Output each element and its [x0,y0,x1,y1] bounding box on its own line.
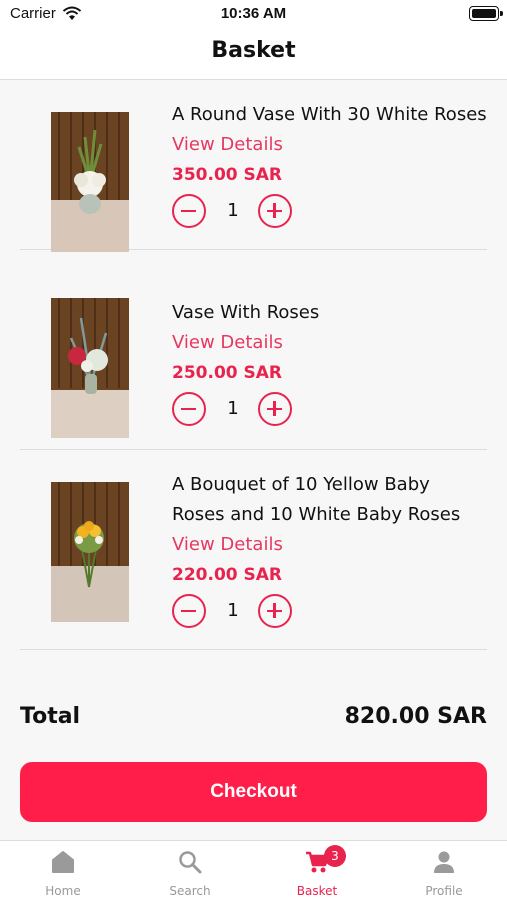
quantity-stepper: 1 [172,194,487,234]
quantity-value: 1 [227,200,239,221]
product-price: 350.00 SAR [172,165,283,185]
decrease-quantity-button[interactable] [172,594,206,628]
minus-icon [181,407,196,410]
view-details-link[interactable]: View Details [172,328,487,358]
product-image[interactable] [51,482,129,622]
tab-label: Home [45,884,81,898]
increase-quantity-button[interactable] [258,194,292,228]
tab-label: Basket [296,884,338,898]
product-price: 220.00 SAR [172,565,283,585]
quantity-value: 1 [227,600,239,621]
tab-search[interactable]: Search [127,841,253,900]
quantity-stepper: 1 [172,594,487,634]
product-name: A Bouquet of 10 Yellow Baby Roses and 10… [172,474,461,525]
product-name: Vase With Roses [172,302,320,323]
increase-quantity-button[interactable] [258,392,292,426]
quantity-stepper: 1 [172,392,487,432]
status-bar: Carrier 10:36 AM [0,0,507,30]
view-details-link[interactable]: View Details [172,130,487,160]
battery-icon [469,6,503,21]
quantity-value: 1 [227,398,239,419]
tab-home[interactable]: Home [0,841,126,900]
tab-bar: Home Search 3 Basket Profile [0,840,507,900]
home-icon [52,851,74,873]
product-name: A Round Vase With 30 White Roses [172,104,487,125]
tab-basket[interactable]: 3 Basket [254,841,380,900]
person-icon [434,851,454,873]
navigation-bar: Basket [0,30,507,80]
total-label: Total [20,704,81,729]
basket-item: Vase With Roses View Details 250.00 SAR … [20,280,487,450]
product-price: 250.00 SAR [172,363,283,383]
basket-item: A Round Vase With 30 White Roses View De… [20,80,487,252]
basket-item: A Bouquet of 10 Yellow Baby Roses and 10… [20,450,487,650]
product-image[interactable] [51,112,129,252]
checkout-button[interactable]: Checkout [20,762,487,822]
minus-icon [181,609,196,612]
product-image[interactable] [51,298,129,438]
clock: 10:36 AM [220,5,287,22]
search-icon [179,851,202,874]
tab-label: Profile [425,884,463,898]
increase-quantity-button[interactable] [258,594,292,628]
total-value: 820.00 SAR [344,704,487,729]
cart-count-badge: 3 [324,845,346,867]
view-details-link[interactable]: View Details [172,530,487,560]
page-title: Basket [211,38,296,63]
minus-icon [181,209,196,212]
tab-profile[interactable]: Profile [381,841,507,900]
tab-label: Search [169,884,211,898]
decrease-quantity-button[interactable] [172,194,206,228]
decrease-quantity-button[interactable] [172,392,206,426]
